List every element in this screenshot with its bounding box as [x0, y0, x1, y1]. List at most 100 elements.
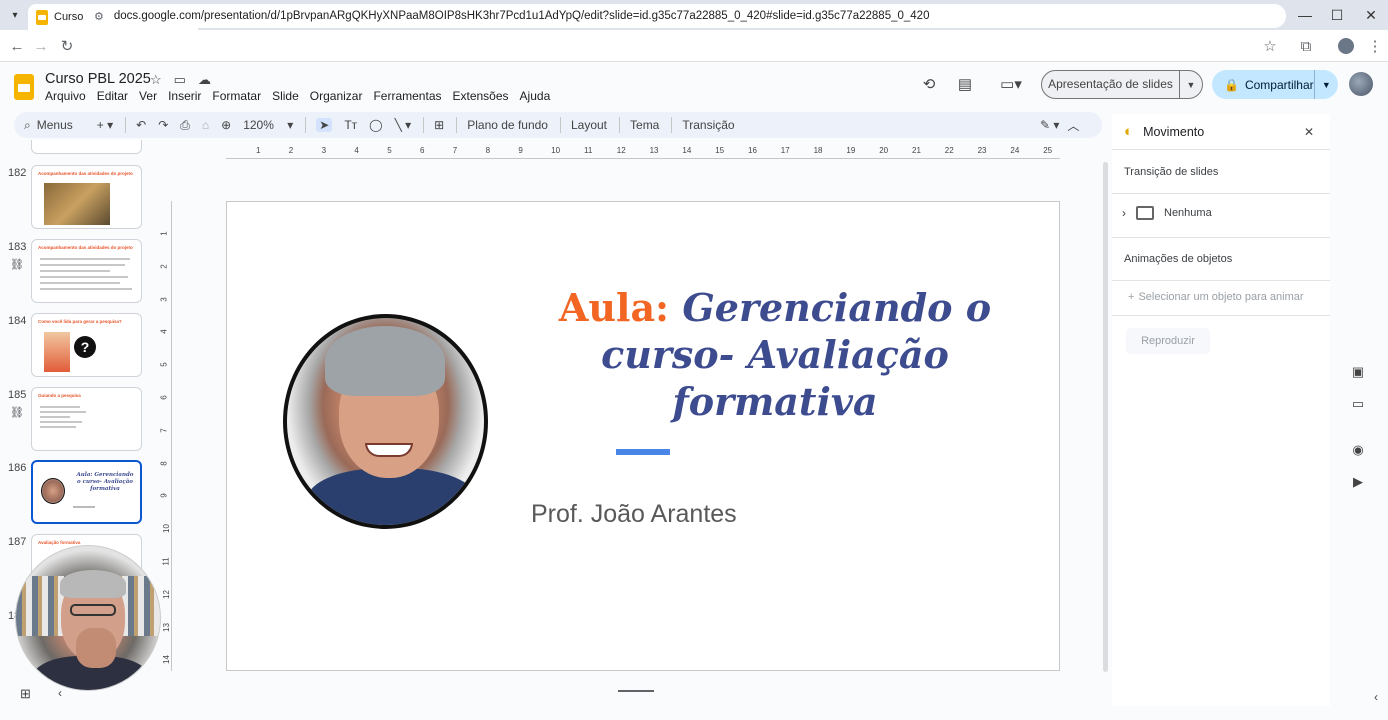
maximize-icon[interactable]: ☐: [1320, 0, 1354, 30]
slide-title[interactable]: Aula: Gerenciando o curso- Avaliação for…: [540, 284, 1010, 425]
theme-button[interactable]: Tema: [630, 118, 659, 132]
collapse-toolbar-icon[interactable]: ︿: [1067, 117, 1079, 134]
slide-transition-heading: Transição de slides: [1124, 166, 1219, 178]
expand-side-panel-icon[interactable]: ‹: [1374, 690, 1378, 704]
close-panel-icon[interactable]: ✕: [1304, 125, 1314, 139]
minimize-icon[interactable]: —: [1288, 0, 1322, 30]
slide-number: 183: [8, 241, 27, 253]
text-box-icon[interactable]: Tт: [344, 118, 357, 132]
star-icon[interactable]: ☆: [150, 72, 162, 88]
redo-icon[interactable]: ↷: [158, 118, 168, 132]
ruler-tick-label: 12: [161, 589, 171, 599]
slide-thumb-181[interactable]: [31, 140, 142, 154]
canvas-scrollbar[interactable]: [1103, 162, 1108, 672]
profile-avatar[interactable]: [1338, 38, 1354, 54]
menu-ajuda[interactable]: Ajuda: [520, 89, 551, 103]
document-title[interactable]: Curso PBL 2025: [45, 71, 151, 87]
layout-button[interactable]: Layout: [571, 118, 607, 132]
menu-slide[interactable]: Slide: [272, 89, 299, 103]
thumb-title: Acompanhamento das atividades do projeto: [38, 171, 133, 176]
line-icon[interactable]: ╲ ▾: [395, 118, 412, 132]
slideshow-dropdown-icon[interactable]: ▼: [1180, 80, 1202, 90]
move-folder-icon[interactable]: ▭: [174, 72, 186, 88]
new-slide-icon[interactable]: + ▾: [97, 118, 113, 132]
slide-thumb[interactable]: Como você lida para gerar a pesquisa? ?: [31, 313, 142, 377]
ruler-tick-label: 6: [159, 395, 169, 400]
menu-arquivo[interactable]: Arquivo: [45, 89, 86, 103]
select-tool-icon[interactable]: ➤: [316, 118, 333, 132]
slide-thumb[interactable]: Acompanhamento das atividades do projeto: [31, 165, 142, 229]
account-avatar[interactable]: [1349, 72, 1373, 96]
back-icon[interactable]: ←: [4, 30, 30, 62]
video-icon[interactable]: ▶: [1346, 470, 1370, 494]
forward-icon[interactable]: →: [28, 30, 54, 62]
browser-menu-icon[interactable]: ⋮: [1362, 30, 1388, 62]
transition-button[interactable]: Transição: [682, 118, 734, 132]
reload-icon[interactable]: ↻: [54, 30, 80, 62]
ruler-tick-label: 13: [161, 622, 171, 632]
slide-thumb[interactable]: Acompanhamento das atividades do projeto: [31, 239, 142, 303]
menu-ferramentas[interactable]: Ferramentas: [373, 89, 441, 103]
presenter-portrait[interactable]: [283, 314, 488, 529]
play-button[interactable]: Reproduzir: [1126, 328, 1210, 354]
ruler-tick-label: 9: [159, 493, 169, 499]
zoom-icon[interactable]: ⊕: [221, 118, 231, 132]
ruler-tick-label: 9: [518, 146, 523, 155]
panel-title: Movimento: [1143, 124, 1205, 139]
slide-title-prefix: Aula:: [558, 285, 670, 330]
meet-camera-icon[interactable]: ▭▾: [994, 73, 1028, 95]
object-animations-heading: Animações de objetos: [1124, 253, 1233, 265]
link-icon: ⛓: [10, 259, 24, 271]
ruler-tick-label: 8: [159, 460, 169, 466]
slideshow-label[interactable]: Apresentação de slides: [1042, 71, 1180, 98]
extensions-icon[interactable]: ⧉: [1293, 30, 1319, 62]
record-icon[interactable]: ◉: [1346, 438, 1370, 462]
zoom-value: 120%: [243, 118, 274, 132]
horizontal-ruler: 1 2 3 4 5 6 7 8 9 10 11 12 13 14 15 16 17 18 19 20 21 22 23 24 2…: [226, 145, 1060, 159]
version-history-icon[interactable]: ⟲: [918, 73, 940, 95]
undo-icon[interactable]: ↶: [136, 118, 146, 132]
comment-add-icon[interactable]: ⊞: [434, 118, 444, 132]
transition-row[interactable]: › Nenhuma: [1122, 206, 1212, 220]
tab-search-icon[interactable]: ▾: [6, 6, 24, 24]
menu-editar[interactable]: Editar: [97, 89, 128, 103]
comments-icon[interactable]: ▤: [954, 73, 976, 95]
slide-thumb-selected[interactable]: Aula: Gerenciando o curso- Avaliação for…: [31, 460, 142, 524]
speaker-notes-handle[interactable]: [618, 690, 654, 692]
background-button[interactable]: Plano de fundo: [467, 118, 548, 132]
site-info-icon[interactable]: ⚙: [94, 10, 104, 23]
bookmark-star-icon[interactable]: ☆: [1257, 30, 1283, 62]
slideshow-button[interactable]: Apresentação de slides ▼: [1041, 70, 1203, 99]
folder-icon[interactable]: ▭: [1346, 392, 1370, 416]
menu-search[interactable]: ⌕ Menus: [24, 118, 73, 133]
share-button[interactable]: 🔒 Compartilhar ▼: [1212, 70, 1338, 99]
url-field[interactable]: ⚙ docs.google.com/presentation/d/1pBrvpa…: [86, 4, 1286, 28]
menu-extensoes[interactable]: Extensões: [453, 89, 509, 103]
thumb-portrait: [41, 478, 65, 504]
close-window-icon[interactable]: ✕: [1354, 0, 1388, 30]
shape-icon[interactable]: ◯: [369, 118, 382, 132]
slide-number: 187: [8, 536, 27, 548]
menu-formatar[interactable]: Formatar: [212, 89, 261, 103]
title-accent-line[interactable]: [616, 449, 670, 455]
share-dropdown-icon[interactable]: ▼: [1315, 80, 1338, 90]
select-object-button[interactable]: + Selecionar um objeto para animar: [1128, 291, 1304, 303]
ruler-tick-label: 11: [161, 557, 171, 566]
paint-format-icon[interactable]: ⌂: [202, 118, 209, 132]
expand-chevron-icon[interactable]: ›: [1122, 206, 1126, 220]
menu-organizar[interactable]: Organizar: [310, 89, 363, 103]
keep-icon[interactable]: ▣: [1346, 360, 1370, 384]
menu-ver[interactable]: Ver: [139, 89, 157, 103]
transition-value: Nenhuma: [1164, 207, 1212, 219]
ruler-tick-label: 1: [256, 146, 261, 155]
slide-thumb[interactable]: Guiando a pesquisa: [31, 387, 142, 451]
print-icon[interactable]: ⎙: [180, 118, 190, 133]
zoom-select[interactable]: 120% ▾: [243, 118, 293, 132]
slides-logo-icon[interactable]: [14, 74, 34, 100]
cloud-status-icon[interactable]: ☁: [198, 72, 211, 88]
editing-mode-icon[interactable]: ✎ ▾: [1040, 118, 1059, 132]
grid-view-icon[interactable]: ⊞: [20, 686, 31, 702]
slide-author[interactable]: Prof. João Arantes: [531, 500, 737, 529]
ruler-tick-label: 18: [813, 146, 823, 155]
menu-inserir[interactable]: Inserir: [168, 89, 201, 103]
